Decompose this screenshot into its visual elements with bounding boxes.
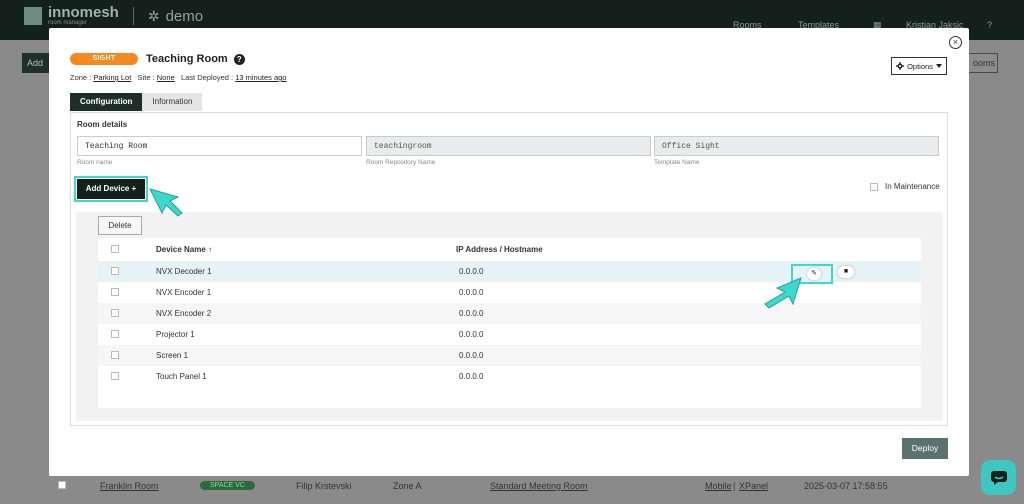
device-ip: 0.0.0.0 bbox=[459, 309, 484, 318]
bg-room-badge: SPACE VC bbox=[200, 481, 255, 490]
logo-divider bbox=[132, 7, 134, 25]
delete-button[interactable]: Delete bbox=[98, 216, 142, 235]
zone-label: Zone : bbox=[70, 73, 92, 82]
maintenance-toggle[interactable]: In Maintenance bbox=[870, 182, 940, 191]
row-checkbox[interactable] bbox=[111, 372, 119, 380]
template-name-caption: Template Name bbox=[654, 159, 700, 166]
bg-template-link: Standard Meeting Room bbox=[490, 481, 588, 491]
site-link[interactable]: None bbox=[157, 73, 175, 82]
device-name: Screen 1 bbox=[156, 351, 189, 360]
bg-link-separator: | bbox=[733, 481, 736, 491]
tenant-logo-icon: ✲ bbox=[147, 7, 160, 24]
row-checkbox[interactable] bbox=[111, 288, 119, 296]
bg-date: 2025-03-07 17:58:55 bbox=[804, 481, 888, 491]
select-all-checkbox[interactable] bbox=[111, 245, 119, 253]
bg-row-checkbox bbox=[58, 481, 66, 489]
bg-zone: Zone A bbox=[393, 481, 422, 491]
room-repository-caption: Room Repository Name bbox=[366, 159, 436, 166]
app-logo: innomesh room manager ✲ demo bbox=[24, 4, 204, 26]
cursor-pointer-icon bbox=[764, 277, 802, 309]
bg-table-row: Franklin Room SPACE VC Filip Krstevski Z… bbox=[0, 476, 1024, 496]
room-repository-field: teachingroom bbox=[366, 136, 651, 156]
last-deployed-label: Last Deployed : bbox=[180, 73, 234, 82]
row-checkbox[interactable] bbox=[111, 309, 119, 317]
bg-mobile-link: Mobile bbox=[705, 481, 732, 491]
device-ip: 0.0.0.0 bbox=[459, 351, 484, 360]
cursor-pointer-icon bbox=[149, 188, 183, 217]
device-ip: 0.0.0.0 bbox=[459, 267, 484, 276]
tab-information[interactable]: Information bbox=[142, 93, 203, 111]
device-name: NVX Encoder 2 bbox=[156, 309, 212, 318]
column-device-name[interactable]: Device Name ↑ bbox=[156, 245, 212, 254]
add-device-button[interactable]: Add Device + bbox=[74, 176, 148, 202]
bg-rooms-button: ooms bbox=[968, 53, 998, 73]
devices-table: Device Name ↑ IP Address / Hostname NVX … bbox=[98, 238, 921, 408]
logo-name: innomesh bbox=[48, 4, 119, 21]
bg-xpanel-link: XPanel bbox=[739, 481, 769, 491]
row-checkbox[interactable] bbox=[111, 351, 119, 359]
chat-launcher-button[interactable] bbox=[981, 460, 1016, 495]
device-name: Touch Panel 1 bbox=[156, 372, 207, 381]
device-ip: 0.0.0.0 bbox=[459, 372, 484, 381]
table-row[interactable]: Screen 1 0.0.0.0 bbox=[98, 345, 921, 366]
modal-header: SIGHT Teaching Room ? bbox=[70, 53, 245, 65]
device-ip: 0.0.0.0 bbox=[459, 330, 484, 339]
row-checkbox[interactable] bbox=[111, 267, 119, 275]
bg-room-link: Franklin Room bbox=[100, 481, 159, 491]
room-type-badge: SIGHT bbox=[70, 53, 138, 65]
table-row[interactable]: Projector 1 0.0.0.0 bbox=[98, 324, 921, 345]
chat-icon bbox=[990, 470, 1007, 485]
gear-icon bbox=[896, 62, 905, 70]
room-title: Teaching Room bbox=[146, 53, 228, 65]
template-name-field: Office Sight bbox=[654, 136, 939, 156]
logo-mark-icon bbox=[24, 7, 42, 25]
zone-link[interactable]: Parking Lot bbox=[93, 73, 131, 82]
tab-configuration[interactable]: Configuration bbox=[70, 93, 143, 111]
row-checkbox[interactable] bbox=[111, 330, 119, 338]
maintenance-label: In Maintenance bbox=[885, 182, 940, 191]
device-ip: 0.0.0.0 bbox=[459, 288, 484, 297]
bg-add-button: Add bbox=[22, 53, 52, 73]
help-circle-icon[interactable]: ? bbox=[987, 20, 992, 30]
room-details-heading: Room details bbox=[77, 120, 128, 129]
site-label: Site : bbox=[137, 73, 155, 82]
room-name-caption: Room name bbox=[77, 159, 113, 166]
maintenance-checkbox[interactable] bbox=[870, 182, 878, 191]
options-button[interactable]: Options bbox=[891, 57, 947, 75]
tenant-name: demo bbox=[165, 7, 204, 25]
device-name: NVX Decoder 1 bbox=[156, 267, 212, 276]
table-row[interactable]: Touch Panel 1 0.0.0.0 bbox=[98, 366, 921, 387]
chevron-down-icon bbox=[935, 64, 942, 68]
last-deployed-link[interactable]: 13 minutes ago bbox=[235, 73, 286, 82]
room-name-field[interactable]: Teaching Room bbox=[77, 136, 362, 156]
options-label: Options bbox=[907, 61, 933, 71]
configuration-panel: Room details Teaching Room Room name tea… bbox=[70, 112, 948, 426]
room-modal: × SIGHT Teaching Room ? Zone : Parking L… bbox=[49, 28, 969, 476]
trash-icon[interactable]: ■ bbox=[838, 266, 854, 278]
column-ip-address: IP Address / Hostname bbox=[456, 245, 543, 254]
deploy-button[interactable]: Deploy bbox=[902, 438, 948, 459]
device-name: Projector 1 bbox=[156, 330, 195, 339]
help-icon[interactable]: ? bbox=[233, 53, 245, 65]
modal-tabs: Configuration Information bbox=[70, 93, 203, 111]
close-icon[interactable]: × bbox=[949, 36, 962, 49]
room-meta: Zone : Parking Lot Site : None Last Depl… bbox=[70, 73, 286, 82]
pencil-icon: ✎ bbox=[807, 268, 821, 280]
devices-section: Delete Device Name ↑ IP Address / Hostna… bbox=[76, 212, 943, 421]
device-name: NVX Encoder 1 bbox=[156, 288, 212, 297]
bg-owner: Filip Krstevski bbox=[296, 481, 352, 491]
